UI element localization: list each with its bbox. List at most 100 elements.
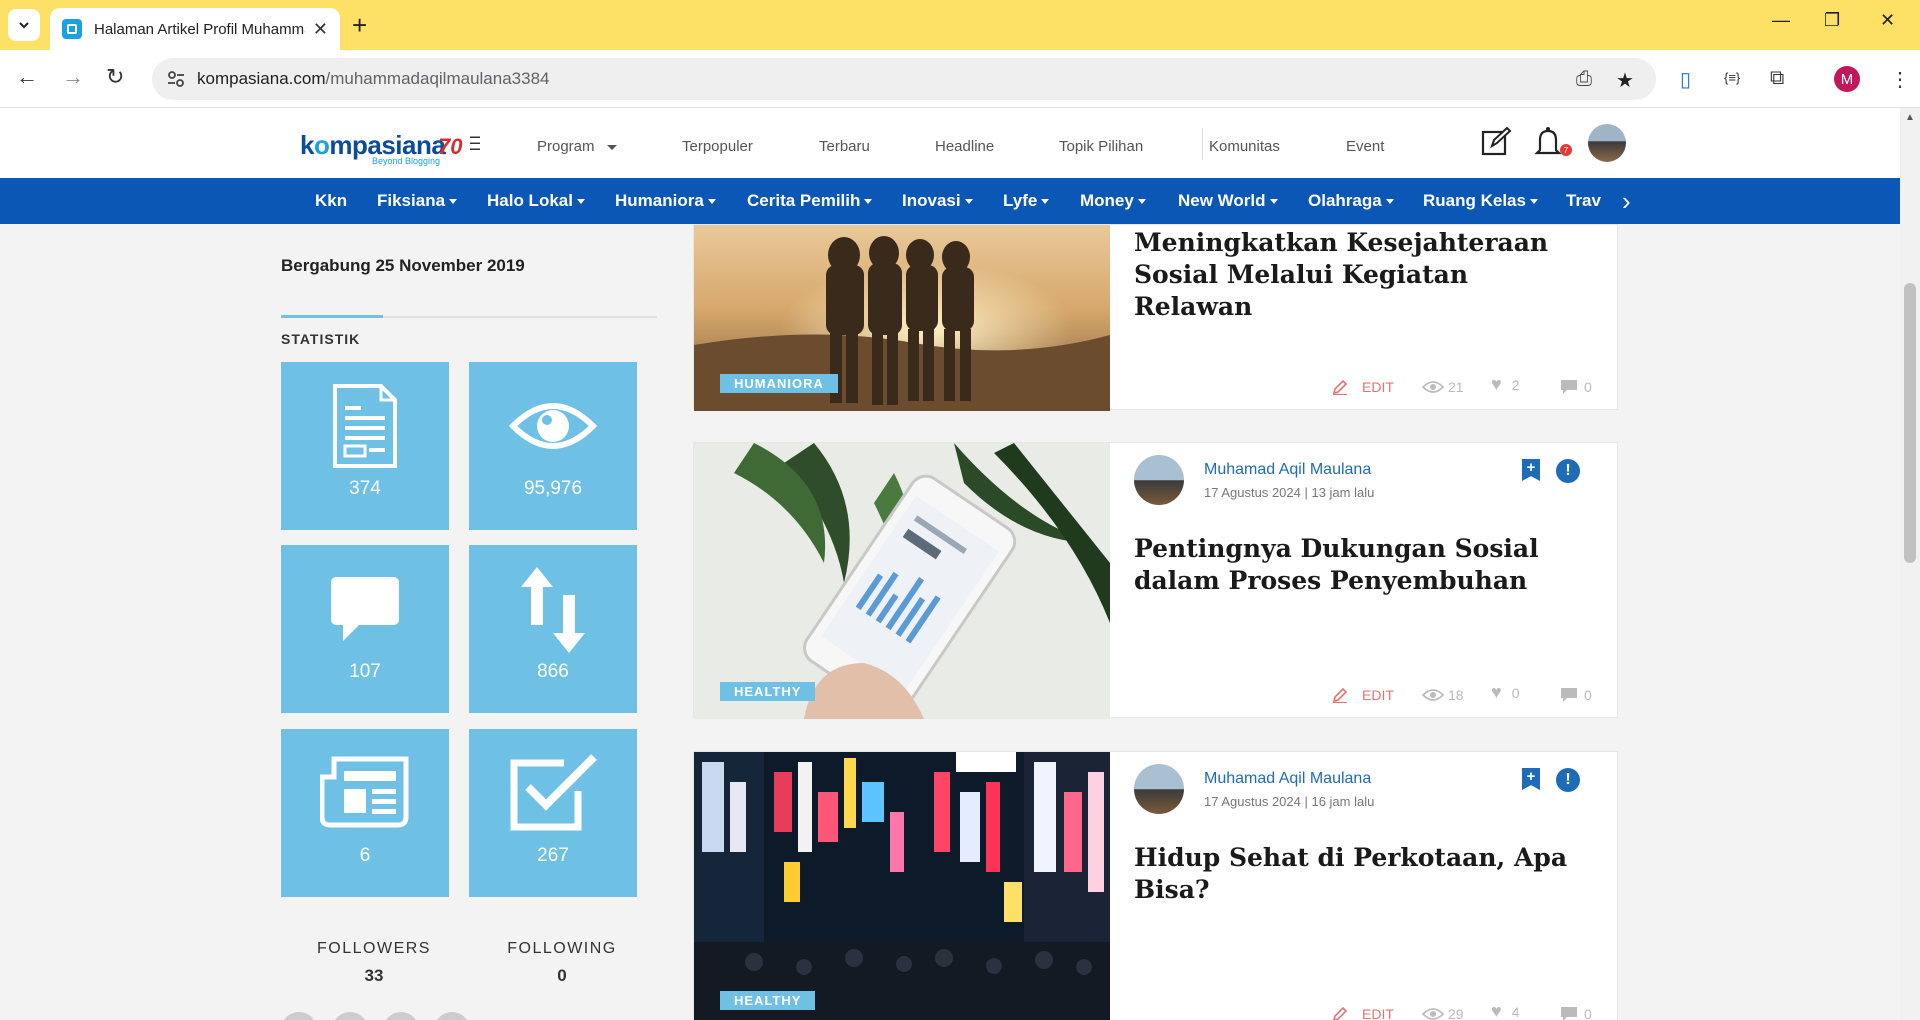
browser-toolbar: ← → ↻ kompasiana.com/muhammadaqilmaulana… bbox=[0, 50, 1920, 108]
pencil-icon bbox=[1333, 1006, 1348, 1020]
url-text: kompasiana.com/muhammadaqilmaulana3384 bbox=[197, 69, 550, 88]
scroll-up-icon[interactable]: ▲ bbox=[1905, 112, 1915, 123]
article-card[interactable]: HEALTHY Muhamad Aqil Maulana 17 Agustus … bbox=[693, 751, 1618, 1020]
comment-count[interactable]: 0 bbox=[1560, 1006, 1592, 1020]
followers-label[interactable]: FOLLOWERS bbox=[304, 940, 444, 958]
json-extension-icon[interactable]: {≡} bbox=[1724, 70, 1740, 85]
bookmark-add-icon[interactable]: + bbox=[1522, 459, 1540, 481]
author-avatar[interactable] bbox=[1134, 764, 1184, 814]
category-tag[interactable]: HEALTHY bbox=[720, 991, 816, 1010]
article-title[interactable]: Hidup Sehat di Perkotaan, Apa Bisa? bbox=[1134, 842, 1574, 906]
category-cerita-pemilih[interactable]: Cerita Pemilih bbox=[747, 191, 873, 211]
social-link[interactable] bbox=[281, 1012, 317, 1020]
checkbox-icon bbox=[510, 754, 597, 831]
article-card[interactable]: HEALTHY Muhamad Aqil Maulana 17 Agustus … bbox=[693, 442, 1618, 719]
new-tab-button[interactable]: + bbox=[352, 10, 367, 41]
eye-icon bbox=[1422, 1008, 1444, 1020]
comment-count[interactable]: 0 bbox=[1560, 379, 1592, 395]
category-new-world[interactable]: New World bbox=[1178, 191, 1278, 211]
logo-tagline: Beyond Blogging bbox=[372, 156, 441, 166]
view-count: 29 bbox=[1422, 1006, 1464, 1020]
following-label[interactable]: FOLLOWING bbox=[492, 940, 632, 958]
view-count: 21 bbox=[1422, 379, 1464, 395]
category-lyfe[interactable]: Lyfe bbox=[1003, 191, 1050, 211]
page-scrollbar[interactable]: ▲ bbox=[1900, 108, 1920, 1020]
social-link[interactable] bbox=[332, 1012, 368, 1020]
statistik-heading: STATISTIK bbox=[281, 331, 361, 347]
nav-terpopuler[interactable]: Terpopuler bbox=[682, 138, 753, 155]
active-tab[interactable]: Halaman Artikel Profil Muhamma ✕ bbox=[50, 8, 340, 50]
scroll-thumb[interactable] bbox=[1904, 283, 1916, 563]
view-count: 18 bbox=[1422, 687, 1464, 703]
category-ruang-kelas[interactable]: Ruang Kelas bbox=[1423, 191, 1538, 211]
category-kkn[interactable]: Kkn bbox=[315, 191, 347, 211]
comment-icon bbox=[1561, 1007, 1577, 1020]
pencil-icon bbox=[1332, 379, 1348, 395]
edit-button[interactable]: EDIT bbox=[1332, 687, 1394, 703]
restore-icon[interactable]: ❐ bbox=[1824, 10, 1840, 31]
reload-icon[interactable]: ↻ bbox=[106, 64, 124, 90]
category-humaniora[interactable]: Humaniora bbox=[615, 191, 716, 211]
edit-button[interactable]: EDIT bbox=[1332, 1006, 1394, 1020]
report-icon[interactable]: ! bbox=[1556, 459, 1580, 483]
close-window-icon[interactable]: ✕ bbox=[1880, 10, 1895, 31]
tab-close-icon[interactable]: ✕ bbox=[313, 19, 328, 40]
category-trav[interactable]: Trav bbox=[1566, 191, 1601, 211]
article-thumbnail[interactable]: HEALTHY bbox=[694, 443, 1110, 719]
category-fiksiana[interactable]: Fiksiana bbox=[377, 191, 458, 211]
comment-count[interactable]: 0 bbox=[1560, 687, 1592, 703]
menu-dots-icon[interactable]: ⋮ bbox=[1890, 67, 1910, 92]
article-thumbnail[interactable]: HUMANIORA bbox=[694, 225, 1110, 411]
article-thumbnail[interactable]: HEALTHY bbox=[694, 752, 1110, 1020]
like-count[interactable]: ♥ 2 bbox=[1491, 374, 1519, 395]
minimize-icon[interactable]: — bbox=[1772, 10, 1790, 31]
nav-headline[interactable]: Headline bbox=[935, 138, 994, 155]
followers-count[interactable]: 33 bbox=[304, 966, 444, 986]
category-money[interactable]: Money bbox=[1080, 191, 1146, 211]
nav-komunitas[interactable]: Komunitas bbox=[1209, 138, 1280, 155]
like-count[interactable]: ♥ 4 bbox=[1491, 1001, 1519, 1020]
user-avatar[interactable] bbox=[1588, 124, 1626, 162]
category-tag[interactable]: HUMANIORA bbox=[720, 374, 838, 393]
category-halo-lokal[interactable]: Halo Lokal bbox=[487, 191, 585, 211]
author-avatar[interactable] bbox=[1134, 455, 1184, 505]
tab-search-button[interactable] bbox=[8, 9, 40, 41]
author-name[interactable]: Muhamad Aqil Maulana bbox=[1204, 461, 1371, 479]
stat-tile-articles: 374 bbox=[281, 362, 449, 530]
category-inovasi[interactable]: Inovasi bbox=[902, 191, 973, 211]
nav-event[interactable]: Event bbox=[1346, 138, 1384, 155]
forward-icon[interactable]: → bbox=[62, 64, 84, 90]
edit-button[interactable]: EDIT bbox=[1332, 379, 1394, 395]
category-next-arrow-icon[interactable]: › bbox=[1622, 186, 1631, 217]
nav-program[interactable]: Program bbox=[537, 138, 617, 155]
report-icon[interactable]: ! bbox=[1556, 768, 1580, 792]
phone-plant-photo bbox=[694, 443, 1110, 719]
nav-topik-pilihan[interactable]: Topik Pilihan bbox=[1059, 138, 1143, 155]
address-bar[interactable]: kompasiana.com/muhammadaqilmaulana3384 ⎙… bbox=[152, 58, 1656, 100]
back-icon[interactable]: ← bbox=[16, 64, 38, 90]
stat-tile-headlines: 6 bbox=[281, 729, 449, 897]
article-title[interactable]: Pentingnya Dukungan Sosial dalam Proses … bbox=[1134, 533, 1574, 597]
article-card[interactable]: HUMANIORA Meningkatkan Kesejahteraan Sos… bbox=[693, 224, 1618, 411]
nav-terbaru[interactable]: Terbaru bbox=[819, 138, 870, 155]
bookmark-add-icon[interactable]: + bbox=[1522, 768, 1540, 790]
write-article-icon[interactable] bbox=[1480, 126, 1512, 158]
bookmark-star-icon[interactable]: ★ bbox=[1616, 68, 1634, 93]
category-olahraga[interactable]: Olahraga bbox=[1308, 191, 1394, 211]
profile-avatar[interactable]: M bbox=[1834, 66, 1860, 92]
following-count[interactable]: 0 bbox=[492, 966, 632, 986]
author-name[interactable]: Muhamad Aqil Maulana bbox=[1204, 770, 1371, 788]
extension-icon[interactable]: ▯ bbox=[1680, 67, 1691, 92]
install-app-icon[interactable]: ⎙ bbox=[1576, 68, 1592, 91]
category-tag[interactable]: HEALTHY bbox=[720, 682, 816, 701]
social-link[interactable] bbox=[383, 1012, 419, 1020]
puzzle-extensions-icon[interactable]: ⧉ bbox=[1770, 67, 1784, 90]
article-date: 17 Agustus 2024 | 16 jam lalu bbox=[1204, 794, 1375, 809]
notification-bell-icon[interactable] bbox=[1532, 126, 1564, 158]
eye-icon bbox=[1422, 381, 1444, 393]
article-title[interactable]: Meningkatkan Kesejahteraan Sosial Melalu… bbox=[1134, 227, 1574, 323]
logo-anniversary: 70 bbox=[438, 134, 463, 159]
site-settings-icon[interactable] bbox=[166, 69, 186, 89]
social-link[interactable] bbox=[434, 1012, 470, 1020]
like-count[interactable]: ♥ 0 bbox=[1491, 682, 1519, 703]
